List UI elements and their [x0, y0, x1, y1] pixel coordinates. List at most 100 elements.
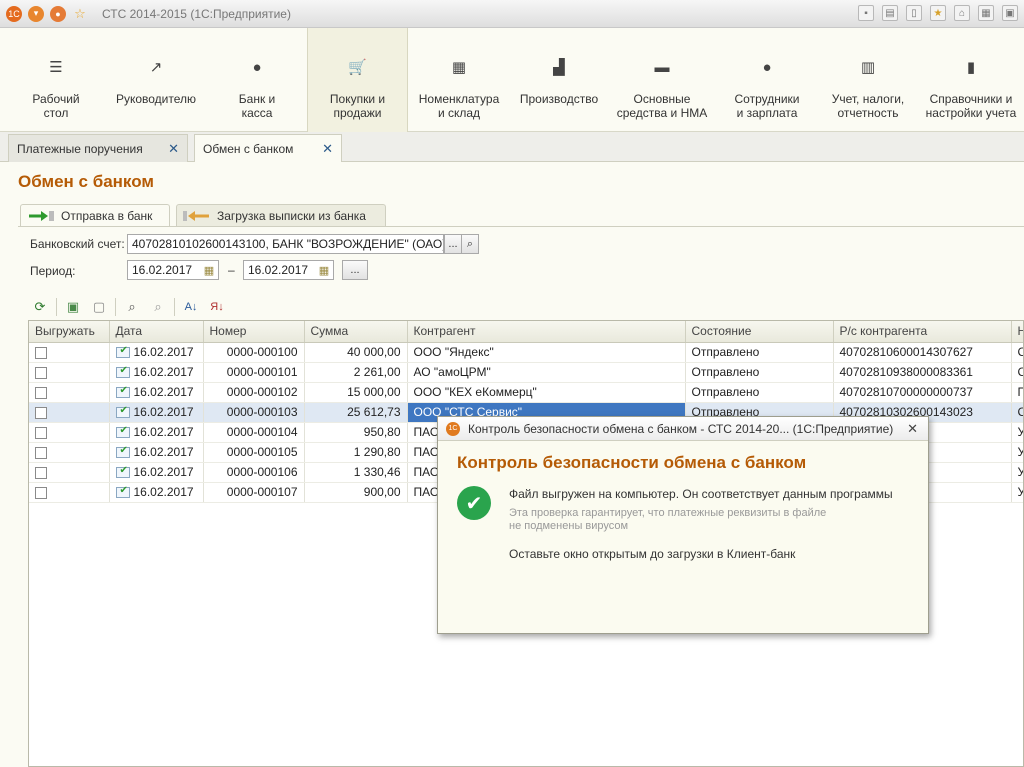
column-header[interactable]: Дата: [109, 321, 204, 343]
table-row[interactable]: 16.02.2017 0000-000100 40 000,00 ООО "Яндек…: [29, 342, 1023, 363]
calendar-icon[interactable]: ▦: [200, 261, 218, 279]
column-header[interactable]: Контрагент: [407, 321, 686, 343]
open-search-icon[interactable]: ⌕: [461, 234, 479, 254]
home-icon[interactable]: ⌂: [954, 5, 970, 21]
bank-account-field[interactable]: 40702810102600143100, БАНК "ВОЗРОЖДЕНИЕ"…: [127, 234, 444, 254]
export-checkbox-cell[interactable]: [29, 462, 110, 483]
tab-divider: [18, 226, 1024, 227]
cell-sum: 25 612,73: [304, 402, 408, 423]
export-checkbox-cell[interactable]: [29, 442, 110, 463]
cell-account: 40702810938000083361: [833, 362, 1012, 383]
tab-send-to-bank[interactable]: Отправка в банк: [20, 204, 170, 227]
section-accounting[interactable]: ▥ Учет, налоги, отчетность: [818, 28, 918, 132]
cell-number: 0000-000100: [203, 342, 305, 363]
export-checkbox[interactable]: [35, 466, 47, 479]
export-checkbox[interactable]: [35, 406, 47, 419]
app-logo-icon[interactable]: 1С: [6, 5, 22, 22]
section-nomenclature[interactable]: ▦ Номенклатура и склад: [410, 28, 508, 132]
toolbar-separator: [174, 298, 175, 316]
cancel-search-icon[interactable]: ⌕: [148, 297, 168, 317]
section-fixed-assets[interactable]: ▬ Основные средства и НМА: [610, 28, 714, 132]
export-checkbox[interactable]: [35, 346, 47, 359]
export-checkbox[interactable]: [35, 486, 47, 499]
star-icon[interactable]: ★: [930, 5, 946, 21]
cell-counterparty: ООО "Яндекс": [407, 342, 686, 363]
section-desktop[interactable]: ☰ Рабочий стол: [8, 28, 104, 132]
cell-text: У: [1018, 445, 1024, 459]
posted-document-icon: [115, 485, 130, 499]
column-header[interactable]: Выгружать: [29, 321, 110, 343]
export-checkbox-cell[interactable]: [29, 482, 110, 503]
cell-text: ПАО: [413, 465, 440, 479]
section-employees[interactable]: ● Сотрудники и зарплата: [716, 28, 818, 132]
column-header[interactable]: Р/с контрагента: [833, 321, 1012, 343]
cell-number: 0000-000107: [203, 482, 305, 503]
sections-panel: ☰ Рабочий стол ↗ Руководителю ● Банк и кас…: [0, 28, 1024, 132]
column-header[interactable]: Н: [1011, 321, 1023, 343]
posted-document-icon: [115, 425, 130, 439]
tab-load-statement[interactable]: Загрузка выписки из банка: [176, 204, 386, 226]
cell-text: С: [1018, 365, 1024, 379]
cell-sum: 40 000,00: [304, 342, 408, 363]
document-icon[interactable]: ▯: [906, 5, 922, 21]
cell-extra: С: [1011, 402, 1023, 423]
section-purchases-sales[interactable]: 🛒 Покупки и продажи: [307, 28, 408, 132]
column-header[interactable]: Сумма: [304, 321, 408, 343]
menu-dropdown-icon[interactable]: ▾: [28, 5, 44, 22]
export-checkbox-cell[interactable]: [29, 342, 110, 363]
sort-descending-icon[interactable]: Я↓: [207, 297, 227, 317]
cell-account: 40702810700000000737: [833, 382, 1012, 403]
cell-text: 0000-000100: [226, 345, 298, 359]
cell-text: 16.02.2017: [133, 365, 194, 379]
export-checkbox[interactable]: [35, 386, 47, 399]
export-checkbox[interactable]: [35, 366, 47, 379]
export-checkbox[interactable]: [35, 426, 47, 439]
history-icon[interactable]: ●: [50, 5, 66, 22]
cell-text: 16.02.2017: [133, 425, 194, 439]
calendar-icon[interactable]: ▦: [315, 261, 333, 279]
cell-number: 0000-000101: [203, 362, 305, 383]
section-production[interactable]: ▟ Производство: [508, 28, 610, 132]
table-row[interactable]: 16.02.2017 0000-000101 2 261,00 АО "амоЦРМ"…: [29, 362, 1024, 383]
find-icon[interactable]: ⌕: [122, 297, 142, 317]
print-icon[interactable]: ▤: [882, 5, 898, 21]
cell-number: 0000-000105: [203, 442, 305, 463]
open-windows-tabstrip: Платежные поручения ✕ Обмен с банком ✕: [0, 132, 1024, 163]
truck-icon: ▬: [654, 59, 670, 76]
period-select-button[interactable]: ...: [342, 260, 368, 280]
cell-text: 0000-000101: [226, 365, 298, 379]
cell-text: 16.02.2017: [133, 445, 194, 459]
calculator-icon[interactable]: ▦: [978, 5, 994, 21]
table-row[interactable]: 16.02.2017 0000-000102 15 000,00 ООО "КЕХ е…: [29, 382, 1023, 403]
cell-date: 16.02.2017: [109, 422, 204, 443]
section-bank[interactable]: ● Банк и касса: [208, 28, 306, 132]
cell-text: 950,80: [363, 425, 401, 439]
section-references[interactable]: ▮ Справочники и настройки учета: [918, 28, 1024, 132]
export-checkbox-cell[interactable]: [29, 402, 110, 423]
close-icon[interactable]: ✕: [322, 141, 333, 157]
calendar-icon[interactable]: ▣: [1002, 5, 1018, 21]
close-icon[interactable]: ✕: [168, 141, 179, 157]
export-checkbox-cell[interactable]: [29, 362, 110, 383]
uncheck-all-icon[interactable]: ▢: [89, 297, 109, 317]
export-checkbox-cell[interactable]: [29, 422, 110, 443]
cell-text: 15 000,00: [347, 385, 401, 399]
sort-ascending-icon[interactable]: A↓: [181, 297, 201, 317]
column-header[interactable]: Номер: [203, 321, 305, 343]
tab-bank-exchange[interactable]: Обмен с банком ✕: [194, 134, 342, 163]
tab-payment-orders[interactable]: Платежные поручения ✕: [8, 134, 188, 162]
export-checkbox[interactable]: [35, 446, 47, 459]
cell-text: 40702810700000000737: [839, 385, 973, 399]
export-checkbox-cell[interactable]: [29, 382, 110, 403]
check-all-icon[interactable]: ▣: [63, 297, 83, 317]
cell-text: 0000-000107: [226, 485, 298, 499]
favorites-star-icon[interactable]: ☆: [72, 6, 88, 22]
cell-text: 16.02.2017: [133, 465, 194, 479]
column-header[interactable]: Состояние: [685, 321, 834, 343]
close-icon[interactable]: ✕: [907, 421, 918, 437]
save-icon[interactable]: ▪: [858, 5, 874, 21]
section-director[interactable]: ↗ Руководителю: [104, 28, 208, 132]
select-button[interactable]: ...: [444, 234, 462, 254]
posted-document-icon: [115, 365, 130, 379]
refresh-icon[interactable]: ⟳: [30, 297, 50, 317]
